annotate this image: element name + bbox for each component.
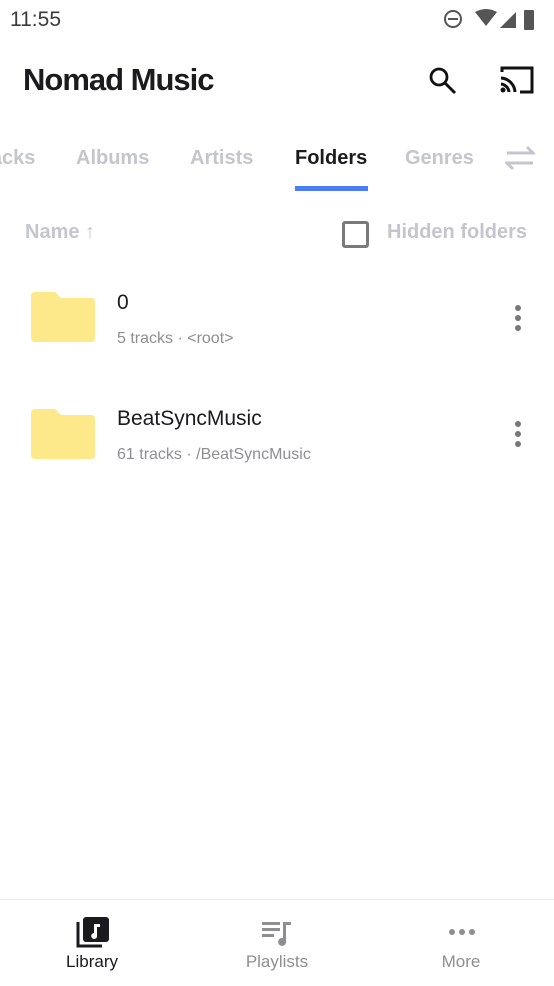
nav-playlists[interactable]: Playlists [212,900,342,986]
nav-library[interactable]: Library [27,900,157,986]
cast-icon[interactable] [498,64,536,96]
nav-playlists-label: Playlists [245,952,309,971]
status-time: 11:55 [10,8,61,31]
folder-icon [31,292,95,342]
nav-library-label: Library [66,952,118,971]
more-options-icon[interactable] [508,420,528,450]
reorder-tabs-icon[interactable] [505,145,535,171]
status-bar: 11:55 [0,0,554,40]
search-icon[interactable] [428,66,458,96]
hidden-folders-label[interactable]: Hidden folders [387,221,527,244]
tab-artists[interactable]: Artists [190,147,253,170]
wifi-icon [475,9,497,26]
folder-subtitle: 61 tracks · /BeatSyncMusic [117,446,311,463]
folder-subtitle: 5 tracks · <root> [117,330,234,347]
nav-more-label: More [441,952,481,971]
sort-by-name-button[interactable]: Name ↑ [25,221,95,244]
folder-row[interactable]: 0 5 tracks · <root> [0,262,554,378]
more-icon [449,929,475,935]
tab-genres[interactable]: Genres [405,147,474,170]
hidden-folders-checkbox[interactable] [342,221,369,248]
playlists-icon [262,922,291,946]
library-icon [76,917,109,948]
folder-icon [31,409,95,459]
app-title: Nomad Music [23,62,215,97]
battery-icon [524,10,534,30]
nav-more[interactable]: More [396,900,526,986]
tab-folders[interactable]: Folders [295,147,367,170]
library-tabs: Tracks Albums Artists Folders Genres [0,135,554,195]
folder-name: 0 [117,291,129,314]
tab-tracks[interactable]: Tracks [0,147,35,170]
dnd-icon [444,10,462,28]
tab-albums[interactable]: Albums [76,147,149,170]
more-options-icon[interactable] [508,304,528,334]
status-icons [444,9,534,30]
folder-row[interactable]: BeatSyncMusic 61 tracks · /BeatSyncMusic [0,378,554,494]
signal-icon [500,12,516,28]
bottom-navigation: Library Playlists More [0,899,554,985]
folder-name: BeatSyncMusic [117,407,262,430]
active-tab-indicator [295,186,368,191]
